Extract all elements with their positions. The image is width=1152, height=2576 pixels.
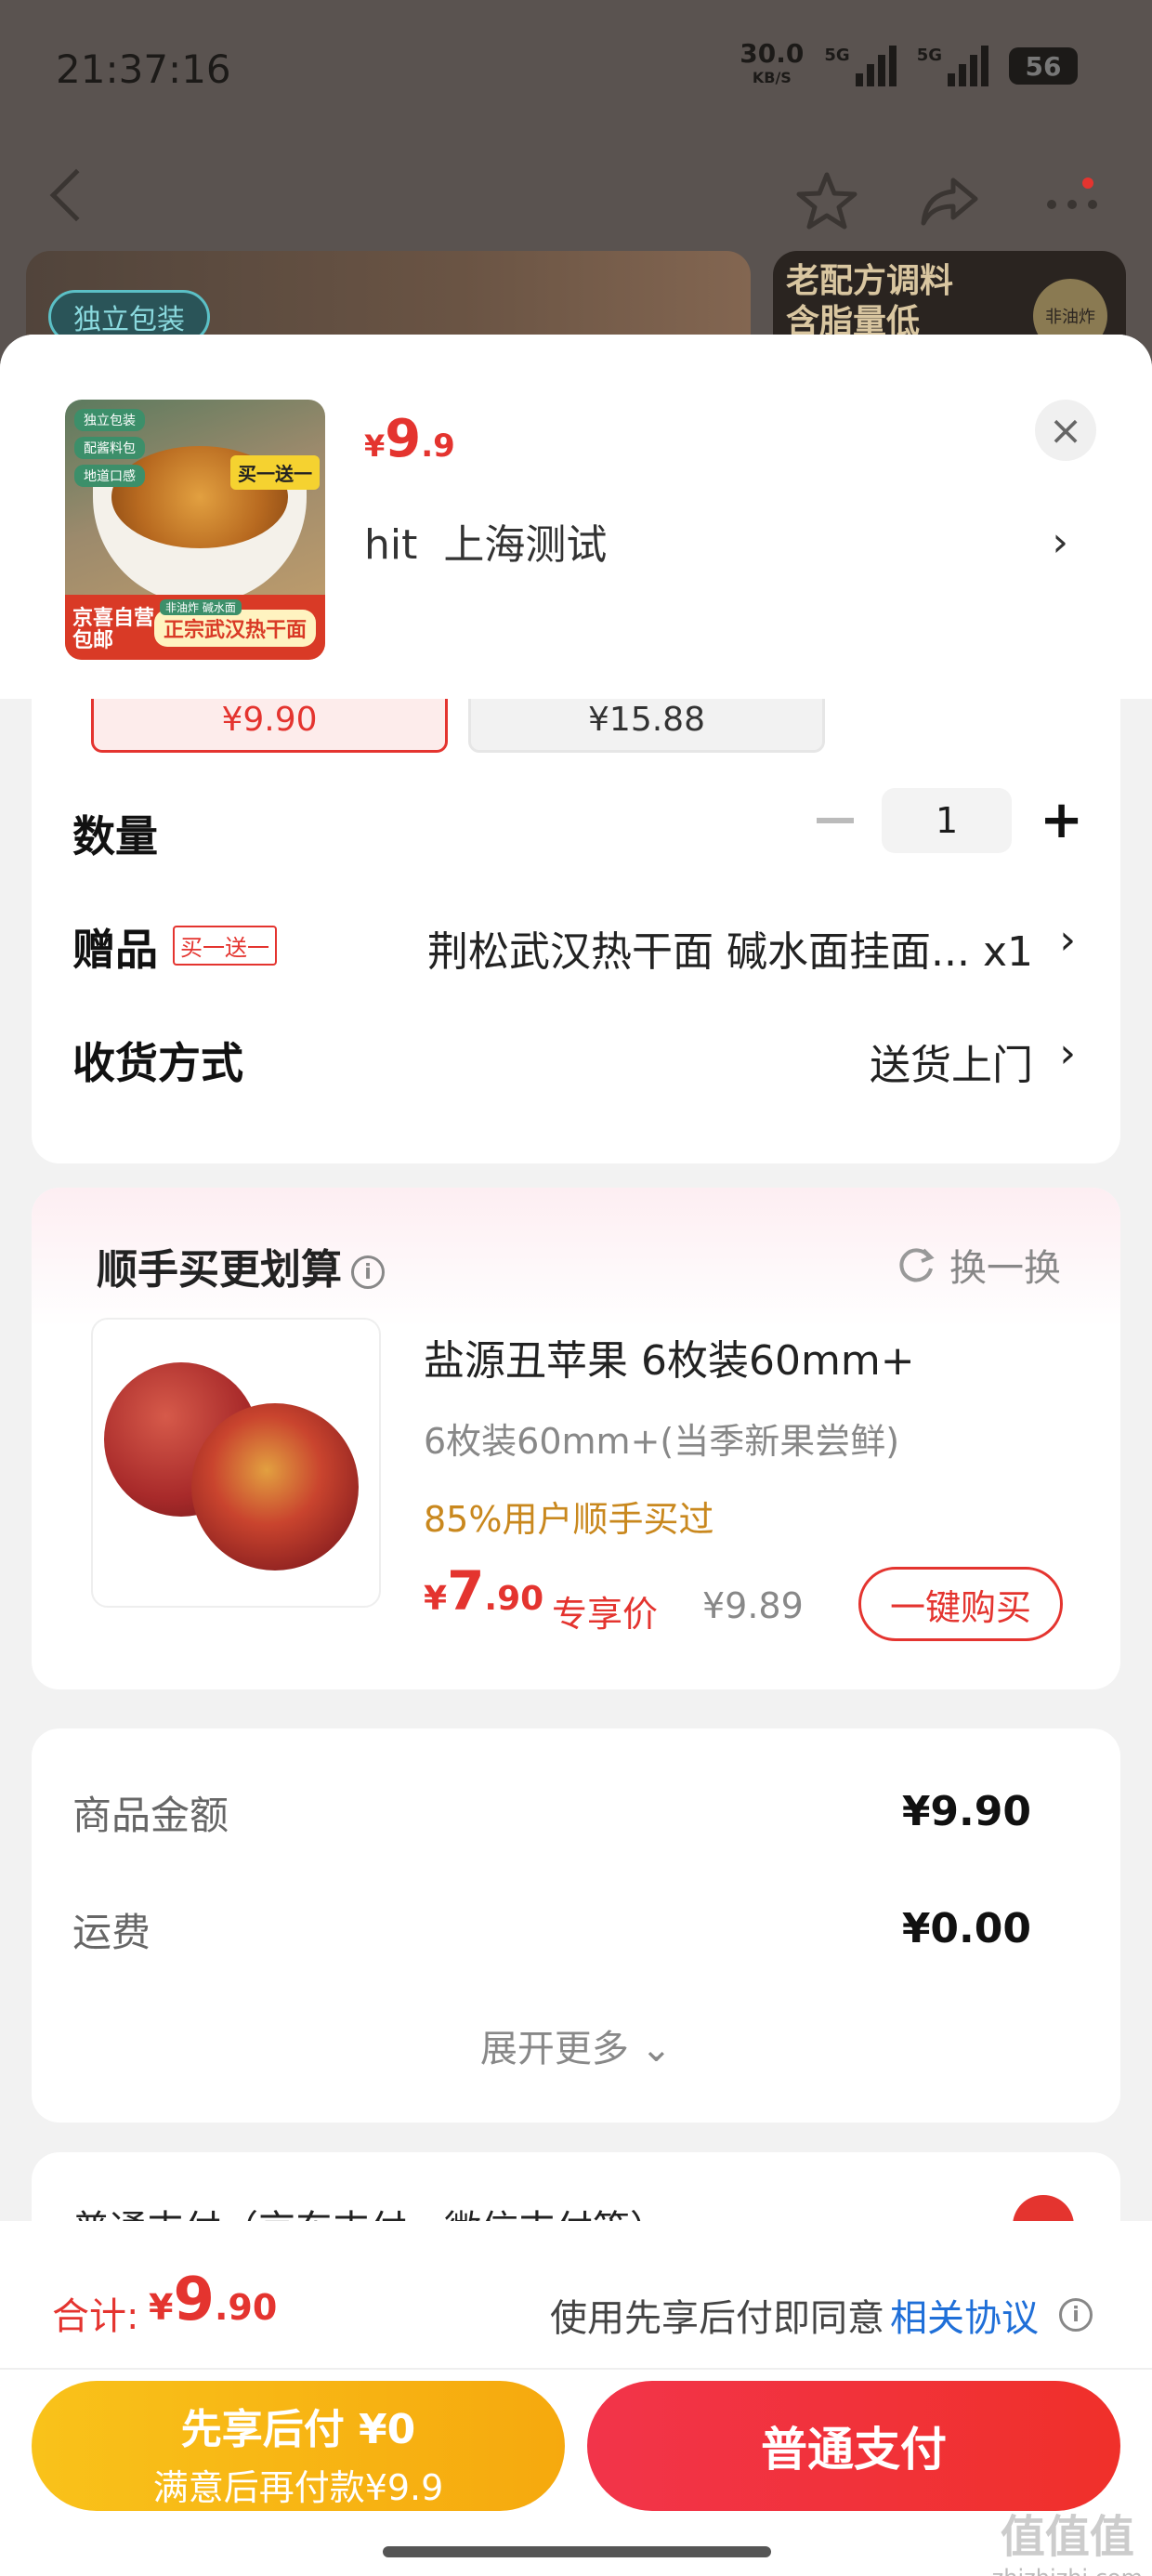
minus-icon[interactable] [817,818,855,823]
delivery-address[interactable]: hit 上海测试 [364,511,607,571]
watermark: 值值值 zhizhizhi.com [992,2511,1143,2576]
agreement-text: 使用先享后付即同意 相关协议 i [550,2288,1093,2342]
signal-icon: 5G [824,46,897,86]
refresh-icon [899,1248,935,1282]
gift-value[interactable]: 荆松武汉热干面 碱水面挂面... x1 [427,918,1033,978]
goods-amount-value: ¥9.90 [901,1788,1031,1835]
back-arrow-icon[interactable] [49,168,103,222]
thumbnail-footer-right: 正宗武汉热干面 [153,610,316,647]
goods-amount-label: 商品金额 [72,1793,229,1838]
thumbnail-footer-mid: 非油炸 碱水面 [160,599,242,615]
chevron-right-icon[interactable]: › [1059,916,1076,964]
close-button[interactable]: × [1035,400,1096,461]
more-dots-icon[interactable] [1039,167,1106,234]
swap-button[interactable]: 换一换 [896,1238,1061,1292]
banner-side-text: 老配方调料 含脂量低 [786,261,954,341]
recommend-hint: 85%用户顺手买过 [424,1499,714,1540]
info-icon[interactable]: i [351,1255,385,1289]
shipping-label: 运费 [72,1910,151,1955]
star-icon[interactable] [793,167,860,234]
sheet-header: 独立包装 配酱料包 地道口感 买一送一 京喜自营 包邮 正宗武汉热干面 非油炸 … [0,335,1152,699]
notification-dot [1080,175,1096,191]
apple-product-image[interactable] [91,1318,381,1608]
chevron-right-icon[interactable]: › [1052,519,1068,566]
gift-badge: 买一送一 [173,926,277,966]
delivery-method-value[interactable]: 送货上门 [870,1032,1033,1091]
option-chip-selected[interactable]: ¥9.90 [91,699,448,753]
thumbnail-badge: 买一送一 [230,455,320,490]
thumbnail-footer-left: 京喜自营 包邮 [72,607,155,652]
option-chip[interactable]: ¥15.88 [468,699,825,753]
battery-icon: 56 [1009,47,1078,85]
recommend-price: ¥7.90 [424,1559,544,1623]
recommend-card: 顺手买更划算 i 换一换 盐源丑苹果 6枚装60mm+ 6枚装60mm+(当季新果… [32,1188,1120,1689]
pay-later-button[interactable]: 先享后付 ¥0 满意后再付款¥9.9 [32,2381,565,2511]
checkout-bar: 合计: ¥9.90 使用先享后付即同意 相关协议 i 先享后付 ¥0 满意后再付… [0,2221,1152,2576]
recommend-spec: 6枚装60mm+(当季新果尝鲜) [424,1421,900,1462]
chevron-right-icon[interactable]: › [1059,1030,1076,1077]
thumbnail-tags: 独立包装 配酱料包 地道口感 [74,409,145,487]
total-label: 合计: [52,2295,139,2338]
expand-more-button[interactable]: 展开更多 ⌄ [32,2018,1120,2072]
status-time: 21:37:16 [56,46,231,92]
network-speed: 30.0 KB/S [740,38,805,87]
selected-price: ¥9.9 [364,409,455,469]
status-indicators: 30.0 KB/S 5G 5G 56 [740,38,1078,90]
plus-icon[interactable]: + [1040,795,1083,847]
share-icon[interactable] [916,167,983,234]
quantity-stepper: 1 + [817,788,1083,853]
gift-label: 赠品 [72,925,158,975]
nav-actions [793,167,1106,234]
delivery-method-label: 收货方式 [72,1038,243,1088]
home-indicator[interactable] [383,2546,771,2557]
quantity-label: 数量 [72,811,158,861]
original-price: ¥9.89 [702,1585,804,1626]
quantity-input[interactable]: 1 [882,788,1013,853]
price-summary-card: 商品金额 ¥9.90 运费 ¥0.00 展开更多 ⌄ [32,1728,1120,2123]
signal-icon-2: 5G [917,46,988,86]
exclusive-price-label: 专享价 [552,1594,659,1635]
recommend-name[interactable]: 盐源丑苹果 6枚装60mm+ [424,1327,915,1387]
info-icon[interactable]: i [1059,2298,1093,2332]
product-thumbnail: 独立包装 配酱料包 地道口感 买一送一 京喜自营 包邮 正宗武汉热干面 非油炸 … [65,400,325,660]
product-nav [0,167,1152,251]
shipping-value: ¥0.00 [901,1905,1031,1952]
options-card: ¥9.90 ¥15.88 数量 1 + 赠品 买一送一 荆松武汉热干面 碱水面挂… [32,699,1120,1163]
total-price: ¥9.90 [149,2266,278,2334]
recommend-title: 顺手买更划算 i [97,1236,385,1295]
divider [0,2368,1152,2370]
normal-pay-button[interactable]: 普通支付 [587,2381,1120,2511]
one-click-buy-button[interactable]: 一键购买 [858,1567,1063,1641]
agreement-link[interactable]: 相关协议 [890,2288,1039,2342]
status-bar: 21:37:16 30.0 KB/S 5G 5G 56 [0,0,1152,130]
